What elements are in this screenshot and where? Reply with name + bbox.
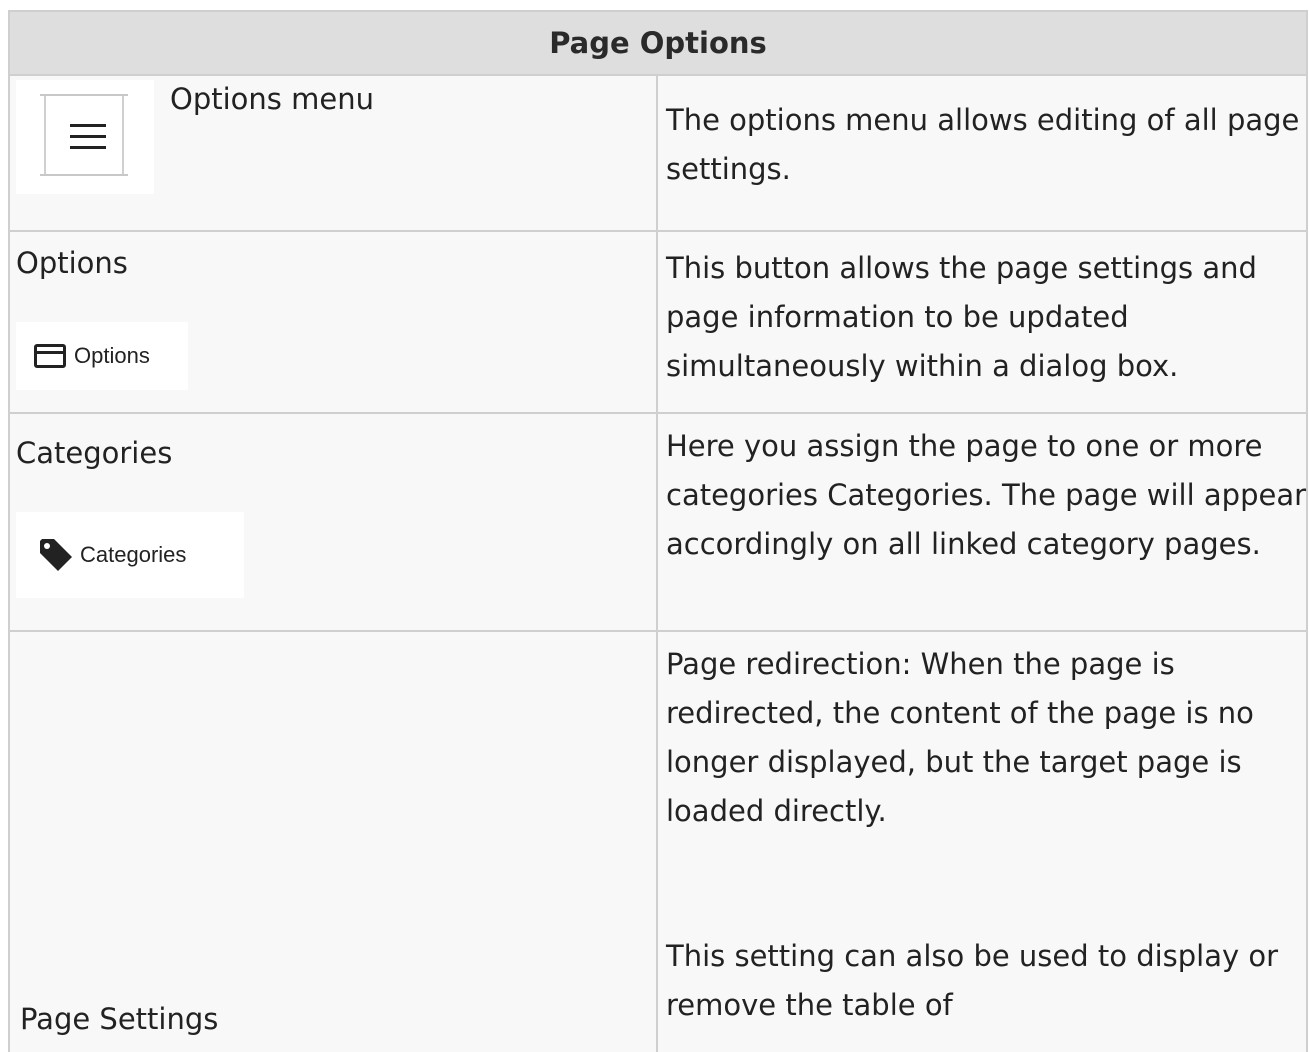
categories-button-text: Categories [80,542,187,567]
options-button-text: Options [74,343,150,368]
table-header: Page Options [10,12,1306,76]
row-description: The options menu allows editing of all p… [666,103,1300,186]
row-label: Options menu [170,82,374,116]
row-label-cell: Categories Categories [10,414,658,630]
page-options-table: Page Options Options menu The options me… [8,10,1308,1052]
tag-icon [40,539,72,571]
row-label-cell: Page Settings [10,632,658,1052]
description-paragraph-1: Page redirection: When the page is redir… [666,647,1254,828]
description-paragraph-2: This setting can also be used to display… [666,939,1279,1022]
row-description: Here you assign the page to one or more … [666,429,1307,561]
row-label-cell: Options Options [10,232,658,412]
row-description: Page redirection: When the page is redir… [658,632,1306,1052]
hamburger-menu-icon [70,124,106,157]
table-row-page-settings: Page Settings Page redirection: When the… [10,632,1306,1052]
table-row-categories: Categories Categories Here you assign th… [10,414,1306,632]
row-label: Page Settings [20,1002,219,1036]
row-label: Categories [16,436,173,470]
options-menu-image [16,80,154,194]
table-row-options-menu: Options menu The options menu allows edi… [10,76,1306,232]
options-button-image: Options [16,322,188,390]
categories-button-image: Categories [16,512,244,598]
row-label: Options [16,246,128,280]
row-description: This button allows the page settings and… [666,251,1257,383]
table-row-options: Options Options This button allows the p… [10,232,1306,414]
window-icon [34,344,66,368]
row-label-cell: Options menu [10,76,658,230]
